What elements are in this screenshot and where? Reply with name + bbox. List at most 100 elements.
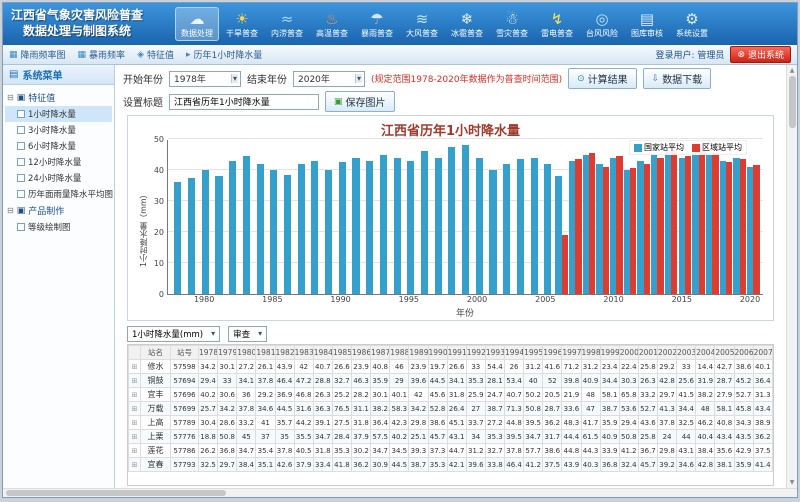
row-expand-icon[interactable]: ⊞	[129, 430, 141, 444]
table-header-year-2004[interactable]: 2004	[696, 346, 715, 360]
table-header-year-2007[interactable]: 2007	[753, 346, 772, 360]
tree-item-0-5[interactable]: 历年面雨量降水平均图	[5, 186, 112, 202]
toolbar-item-4[interactable]: ☂暴雨普查	[355, 7, 399, 41]
tree-group-1[interactable]: ⊟▣产品制作	[5, 202, 112, 219]
table-header-year-1989[interactable]: 1989	[409, 346, 428, 360]
table-header-year-1983[interactable]: 1983	[294, 346, 313, 360]
table-header-year-1995[interactable]: 1995	[524, 346, 543, 360]
vertical-scrollbar[interactable]: ▲ ▼	[786, 65, 797, 488]
value-cell: 29.8	[658, 444, 677, 458]
download-button[interactable]: ⇩ 数据下载	[643, 68, 712, 89]
row-expand-icon[interactable]: ⊞	[129, 360, 141, 374]
checkbox-icon[interactable]	[17, 126, 25, 134]
table-header-year-1998[interactable]: 1998	[581, 346, 600, 360]
tree-item-0-1[interactable]: 3小时降水量	[5, 122, 112, 138]
value-cell: 37.5	[753, 444, 772, 458]
table-row[interactable]: ⊞修水5759834.230.127.226.143.94240.726.623…	[129, 360, 773, 374]
save-image-button[interactable]: ▣ 保存图片	[325, 91, 395, 112]
table-header-year-2001[interactable]: 2001	[638, 346, 657, 360]
table-header-year-2006[interactable]: 2006	[734, 346, 753, 360]
checkbox-icon[interactable]	[17, 110, 25, 118]
logout-button[interactable]: ⊗ 退出系统	[730, 46, 791, 63]
toolbar-item-6[interactable]: ❄冰雹普查	[445, 7, 489, 41]
table-header-year-1994[interactable]: 1994	[505, 346, 524, 360]
table-header-year-2005[interactable]: 2005	[715, 346, 734, 360]
row-expand-icon[interactable]: ⊞	[129, 416, 141, 430]
toolbar-item-3[interactable]: ♨高温普查	[310, 7, 354, 41]
table-header-year-1986[interactable]: 1986	[352, 346, 371, 360]
row-expand-icon[interactable]: ⊞	[129, 444, 141, 458]
table-header-year-1984[interactable]: 1984	[313, 346, 332, 360]
row-expand-icon[interactable]: ⊞	[129, 374, 141, 388]
checkbox-icon[interactable]	[17, 174, 25, 182]
scroll-down-arrow[interactable]: ▼	[790, 477, 795, 488]
table-header-year-1985[interactable]: 1985	[332, 346, 351, 360]
table-header-station-id[interactable]: 站号	[171, 346, 199, 360]
table-header-year-1979[interactable]: 1979	[218, 346, 237, 360]
end-year-select[interactable]: 2020年 ▾	[293, 71, 365, 87]
toolbar-item-9[interactable]: ◎台风风险	[580, 7, 624, 41]
table-row[interactable]: ⊞宜春5779332.529.738.435.142.637.933.441.8…	[129, 458, 773, 472]
checkbox-icon[interactable]	[17, 142, 25, 150]
breadcrumb-item-2[interactable]: ◈特征值	[137, 48, 174, 61]
table-header-year-1997[interactable]: 1997	[562, 346, 581, 360]
table-row[interactable]: ⊞莲花5778626.236.834.735.437.840.531.835.3…	[129, 444, 773, 458]
metric-filter[interactable]: 1小时降水量(mm) ▾	[127, 326, 220, 342]
toolbar-item-0[interactable]: ☁数据处理	[175, 7, 219, 41]
table-header-station-name[interactable]: 站名	[141, 346, 171, 360]
checkbox-icon[interactable]	[17, 190, 25, 198]
chart-title-input[interactable]	[169, 94, 319, 110]
horizontal-scrollbar[interactable]	[3, 488, 797, 497]
tree-group-0[interactable]: ⊟▣特征值	[5, 89, 112, 106]
table-header-year-2002[interactable]: 2002	[658, 346, 677, 360]
toolbar-item-7[interactable]: ☃雪灾普查	[490, 7, 534, 41]
tree-item-1-0[interactable]: 等级绘制图	[5, 219, 112, 235]
checkbox-icon[interactable]	[17, 158, 25, 166]
bar-group-2004	[527, 140, 541, 294]
table-header-year-1980[interactable]: 1980	[237, 346, 256, 360]
breadcrumb-item-1[interactable]: ▦暴雨频率	[78, 48, 126, 61]
table-header-year-1991[interactable]: 1991	[447, 346, 466, 360]
table-header-year-2000[interactable]: 2000	[619, 346, 638, 360]
breadcrumb-item-3[interactable]: ▸历年1小时降水量	[186, 48, 262, 61]
tree-item-0-3[interactable]: 12小时降水量	[5, 154, 112, 170]
checkbox-icon[interactable]	[17, 223, 25, 231]
table-header-year-1988[interactable]: 1988	[390, 346, 409, 360]
table-header-year-1999[interactable]: 1999	[600, 346, 619, 360]
value-cell: 37.9	[352, 430, 371, 444]
table-row[interactable]: ⊞万载5769925.734.237.834.644.531.636.376.5…	[129, 402, 773, 416]
table-header-year-1981[interactable]: 1981	[256, 346, 275, 360]
tree-item-0-4[interactable]: 24小时降水量	[5, 170, 112, 186]
row-expand-icon[interactable]: ⊞	[129, 458, 141, 472]
table-header-year-2003[interactable]: 2003	[677, 346, 696, 360]
row-expand-icon[interactable]: ⊞	[129, 388, 141, 402]
table-header-year-1993[interactable]: 1993	[485, 346, 504, 360]
table-row[interactable]: ⊞上栗5777618.850.845373535.534.728.437.957…	[129, 430, 773, 444]
table-header-year-1992[interactable]: 1992	[466, 346, 485, 360]
toolbar-item-5[interactable]: ≋大风普查	[400, 7, 444, 41]
tree-item-0-0[interactable]: 1小时降水量	[5, 106, 112, 122]
toolbar-item-8[interactable]: ↯雷电普查	[535, 7, 579, 41]
toolbar-item-2[interactable]: ≈内涝普查	[265, 7, 309, 41]
table-header-year-1978[interactable]: 1978	[199, 346, 218, 360]
tree-item-0-2[interactable]: 6小时降水量	[5, 138, 112, 154]
bar-regional-2009	[603, 167, 609, 294]
table-header-year-1990[interactable]: 1990	[428, 346, 447, 360]
toolbar-item-10[interactable]: ▤图库审核	[625, 7, 669, 41]
table-header-year-1987[interactable]: 1987	[371, 346, 390, 360]
table-row[interactable]: ⊞上高5778930.428.633.24135.744.239.127.531…	[129, 416, 773, 430]
review-filter[interactable]: 审查 ▾	[228, 326, 267, 342]
breadcrumb-item-0[interactable]: ▦降雨频率图	[9, 48, 66, 61]
row-expand-icon[interactable]: ⊞	[129, 402, 141, 416]
table-row[interactable]: ⊞宜丰5769640.230.63629.236.946.826.325.228…	[129, 388, 773, 402]
calculate-button[interactable]: ⊙ 计算结果	[568, 68, 637, 89]
hscrollbar-thumb[interactable]	[6, 490, 226, 496]
toolbar-item-1[interactable]: ☀干旱普查	[220, 7, 264, 41]
table-header-year-1982[interactable]: 1982	[275, 346, 294, 360]
start-year-select[interactable]: 1978年 ▾	[169, 71, 241, 87]
table-header-year-1996[interactable]: 1996	[543, 346, 562, 360]
scrollbar-thumb[interactable]	[789, 76, 796, 128]
table-row[interactable]: ⊞铜鼓5769429.43334.137.846.447.228.832.746…	[129, 374, 773, 388]
scroll-up-arrow[interactable]: ▲	[790, 65, 795, 76]
toolbar-item-11[interactable]: ⚙系统设置	[670, 7, 714, 41]
